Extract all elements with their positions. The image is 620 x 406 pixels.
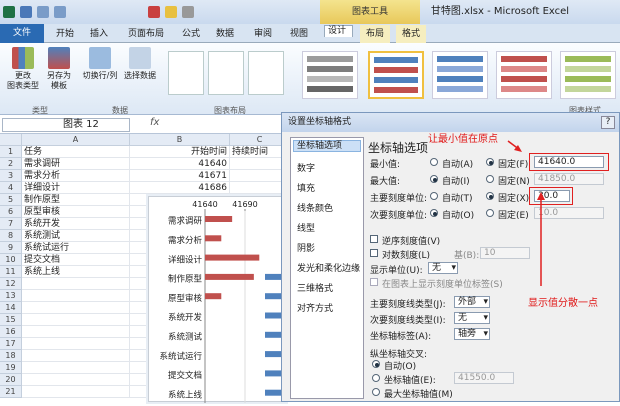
annotation-arrows bbox=[507, 140, 545, 286]
arrowhead-major bbox=[537, 192, 545, 200]
